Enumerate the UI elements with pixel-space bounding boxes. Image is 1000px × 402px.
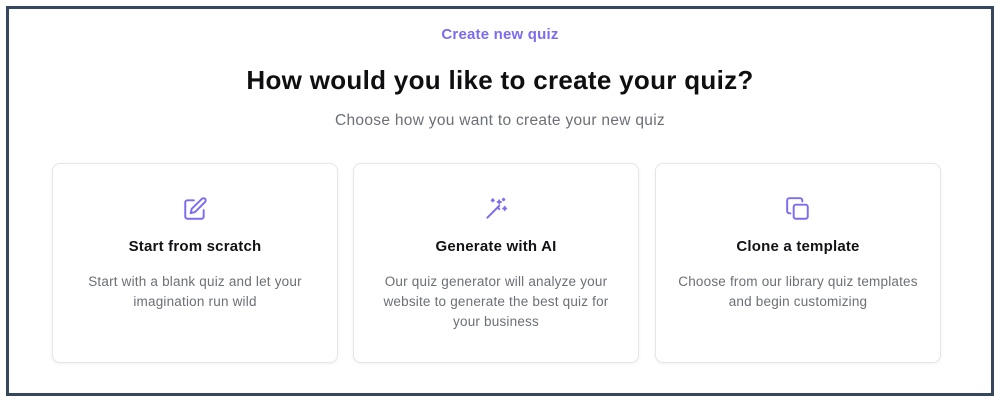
- magic-wand-icon: [483, 196, 509, 222]
- option-title: Generate with AI: [435, 238, 557, 255]
- copy-icon: [785, 196, 811, 222]
- edit-icon: [182, 196, 208, 222]
- eyebrow-label: Create new quiz: [441, 26, 559, 43]
- option-description: Our quiz generator will analyze your web…: [383, 274, 609, 329]
- option-card-clone-a-template[interactable]: Clone a template Choose from our library…: [655, 163, 941, 363]
- option-title: Start from scratch: [128, 238, 262, 255]
- option-description: Choose from our library quiz templates a…: [678, 274, 918, 309]
- option-card-start-from-scratch[interactable]: Start from scratch Start with a blank qu…: [52, 163, 338, 363]
- option-title: Clone a template: [736, 238, 860, 255]
- page-subtitle: Choose how you want to create your new q…: [335, 112, 665, 129]
- create-quiz-panel: Create new quiz How would you like to cr…: [6, 6, 994, 396]
- option-description: Start with a blank quiz and let your ima…: [88, 274, 302, 309]
- page-title: How would you like to create your quiz?: [246, 65, 754, 95]
- option-card-generate-with-ai[interactable]: Generate with AI Our quiz generator will…: [353, 163, 639, 363]
